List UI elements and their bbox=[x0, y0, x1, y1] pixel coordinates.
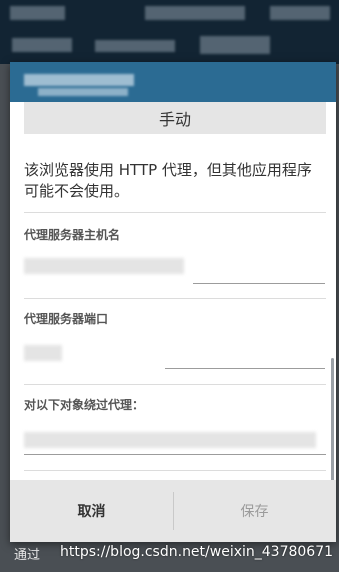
header-blurred-text-left bbox=[12, 38, 72, 52]
hostname-input-underline bbox=[193, 283, 325, 284]
status-bar-blurred-right bbox=[270, 6, 330, 20]
background-header bbox=[0, 0, 339, 64]
bypass-label: 对以下对象绕过代理： bbox=[24, 398, 145, 412]
manual-proxy-button[interactable]: 手动 bbox=[24, 102, 326, 134]
divider bbox=[24, 212, 326, 213]
save-button[interactable]: 保存 bbox=[173, 480, 336, 542]
hostname-value-blurred[interactable] bbox=[24, 258, 184, 274]
port-value-blurred[interactable] bbox=[24, 345, 62, 361]
hostname-label: 代理服务器主机名 bbox=[24, 228, 121, 242]
bypass-value-blurred[interactable] bbox=[24, 432, 316, 448]
dialog-footer: 取消 保存 bbox=[10, 480, 336, 542]
status-bar-blurred-left bbox=[10, 6, 65, 20]
header-blurred-text-right bbox=[200, 36, 270, 54]
status-bar-blurred-center bbox=[145, 6, 245, 20]
port-label: 代理服务器端口 bbox=[24, 312, 109, 326]
cancel-button[interactable]: 取消 bbox=[10, 480, 173, 542]
divider bbox=[24, 384, 326, 385]
dialog-titlebar bbox=[10, 62, 336, 102]
proxy-settings-dialog: 手动 该浏览器使用 HTTP 代理，但其他应用程序可能不会使用。 代理服务器主机… bbox=[10, 62, 336, 542]
watermark-text: https://blog.csdn.net/weixin_43780671 bbox=[60, 544, 334, 560]
dialog-scrollbar[interactable] bbox=[331, 358, 334, 488]
proxy-info-text: 该浏览器使用 HTTP 代理，但其他应用程序可能不会使用。 bbox=[24, 161, 312, 200]
dialog-title-blurred bbox=[24, 74, 134, 86]
background-bottom-text: 通过 bbox=[14, 548, 41, 563]
header-blurred-text-mid bbox=[95, 40, 175, 52]
status-bar bbox=[0, 0, 339, 24]
divider bbox=[24, 470, 326, 471]
port-input-underline bbox=[165, 368, 325, 369]
divider bbox=[24, 298, 326, 299]
dialog-body: 手动 该浏览器使用 HTTP 代理，但其他应用程序可能不会使用。 代理服务器主机… bbox=[10, 102, 336, 542]
bypass-input-underline bbox=[24, 454, 326, 455]
dialog-subtitle-blurred bbox=[38, 88, 128, 96]
